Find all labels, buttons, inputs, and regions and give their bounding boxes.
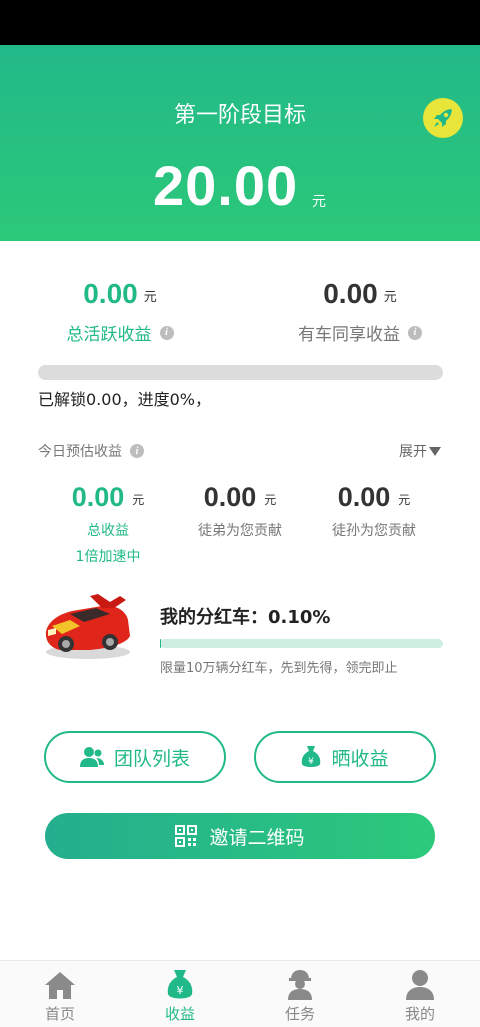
tab-tasks[interactable]: 任务 bbox=[240, 961, 360, 1027]
active-earnings-unit: 元 bbox=[143, 290, 157, 305]
active-earnings-label-text: 总活跃收益 bbox=[66, 325, 152, 345]
invite-qr-button[interactable]: 邀请二维码 bbox=[45, 813, 435, 859]
info-icon[interactable]: i bbox=[159, 325, 174, 340]
dividend-car-note: 限量10万辆分红车，先到先得，领完即止 bbox=[160, 661, 398, 676]
rocket-button[interactable] bbox=[423, 98, 463, 138]
home-icon bbox=[43, 969, 77, 1001]
tab-home-label: 首页 bbox=[44, 1005, 75, 1023]
bottom-tab-bar: 首页 ¥ 收益 任务 我的 bbox=[0, 960, 480, 1027]
share-earnings-label: 晒收益 bbox=[331, 747, 389, 770]
active-earnings-value: 0.00 bbox=[83, 278, 138, 309]
dividend-car-title: 我的分红车：0.10% bbox=[160, 607, 331, 628]
svg-text:¥: ¥ bbox=[177, 984, 184, 997]
speedup-label: 1倍加速中 bbox=[75, 549, 141, 565]
team-list-button[interactable]: 团队列表 bbox=[44, 731, 226, 783]
total-earnings-value: 0.00 bbox=[71, 482, 125, 512]
stage-unit: 元 bbox=[312, 194, 326, 210]
triangle-down-icon bbox=[429, 446, 441, 456]
dividend-car-progress-fill bbox=[160, 639, 162, 648]
team-icon bbox=[79, 747, 104, 767]
shared-car-earnings-unit: 元 bbox=[383, 290, 397, 305]
shared-car-earnings-label[interactable]: 有车同享收益 i bbox=[240, 320, 480, 345]
grand-apprentice-contribution-unit: 元 bbox=[398, 493, 411, 507]
shared-car-earnings-block: 0.00 元 有车同享收益 i bbox=[240, 278, 480, 345]
tab-home[interactable]: 首页 bbox=[0, 961, 120, 1027]
dividend-car-progress-bar bbox=[160, 639, 443, 648]
shared-car-earnings-label-text: 有车同享收益 bbox=[298, 325, 400, 345]
total-earnings-unit: 元 bbox=[132, 493, 145, 507]
qr-code-icon bbox=[175, 825, 198, 847]
today-estimate-title: 今日预估收益 i bbox=[38, 441, 144, 461]
rocket-icon bbox=[434, 109, 452, 127]
active-earnings-block: 0.00 元 总活跃收益 i bbox=[0, 278, 240, 345]
svg-text:¥: ¥ bbox=[309, 757, 315, 767]
today-estimate-title-text: 今日预估收益 bbox=[38, 444, 122, 460]
apprentice-contribution-unit: 元 bbox=[264, 493, 277, 507]
stage-title: 第一阶段目标 bbox=[173, 103, 306, 128]
grand-apprentice-contribution-stat: 0.00 元 徒孙为您贡献 bbox=[294, 482, 454, 540]
money-bag-icon: ¥ bbox=[302, 746, 321, 767]
worker-icon bbox=[283, 969, 317, 1001]
tab-earnings-label: 收益 bbox=[164, 1005, 195, 1023]
tab-tasks-label: 任务 bbox=[284, 1005, 315, 1023]
expand-button[interactable]: 展开 bbox=[399, 441, 441, 461]
user-icon bbox=[403, 969, 437, 1001]
expand-label: 展开 bbox=[399, 444, 427, 460]
tab-mine[interactable]: 我的 bbox=[360, 961, 480, 1027]
money-bag-icon: ¥ bbox=[163, 969, 197, 1001]
info-icon[interactable]: i bbox=[408, 325, 422, 340]
status-bar bbox=[0, 0, 480, 45]
invite-qr-label: 邀请二维码 bbox=[209, 826, 305, 849]
shared-car-earnings-value: 0.00 bbox=[323, 278, 378, 309]
active-earnings-label[interactable]: 总活跃收益 i bbox=[0, 320, 240, 345]
share-earnings-button[interactable]: ¥ 晒收益 bbox=[254, 731, 436, 783]
info-icon[interactable]: i bbox=[130, 444, 144, 458]
unlock-progress-text: 已解锁0.00，进度0%， bbox=[38, 390, 212, 409]
team-list-label: 团队列表 bbox=[113, 747, 190, 770]
grand-apprentice-contribution-label: 徒孙为您贡献 bbox=[332, 523, 416, 539]
tab-earnings[interactable]: ¥ 收益 bbox=[120, 961, 240, 1027]
dividend-car-image bbox=[45, 594, 130, 659]
apprentice-contribution-value: 0.00 bbox=[203, 482, 257, 512]
header-banner: 第一阶段目标 20.00 元 bbox=[0, 45, 480, 241]
grand-apprentice-contribution-value: 0.00 bbox=[337, 482, 391, 512]
stage-amount: 20.00 bbox=[153, 154, 299, 217]
tab-mine-label: 我的 bbox=[404, 1005, 435, 1023]
unlock-progress-bar bbox=[38, 365, 443, 380]
